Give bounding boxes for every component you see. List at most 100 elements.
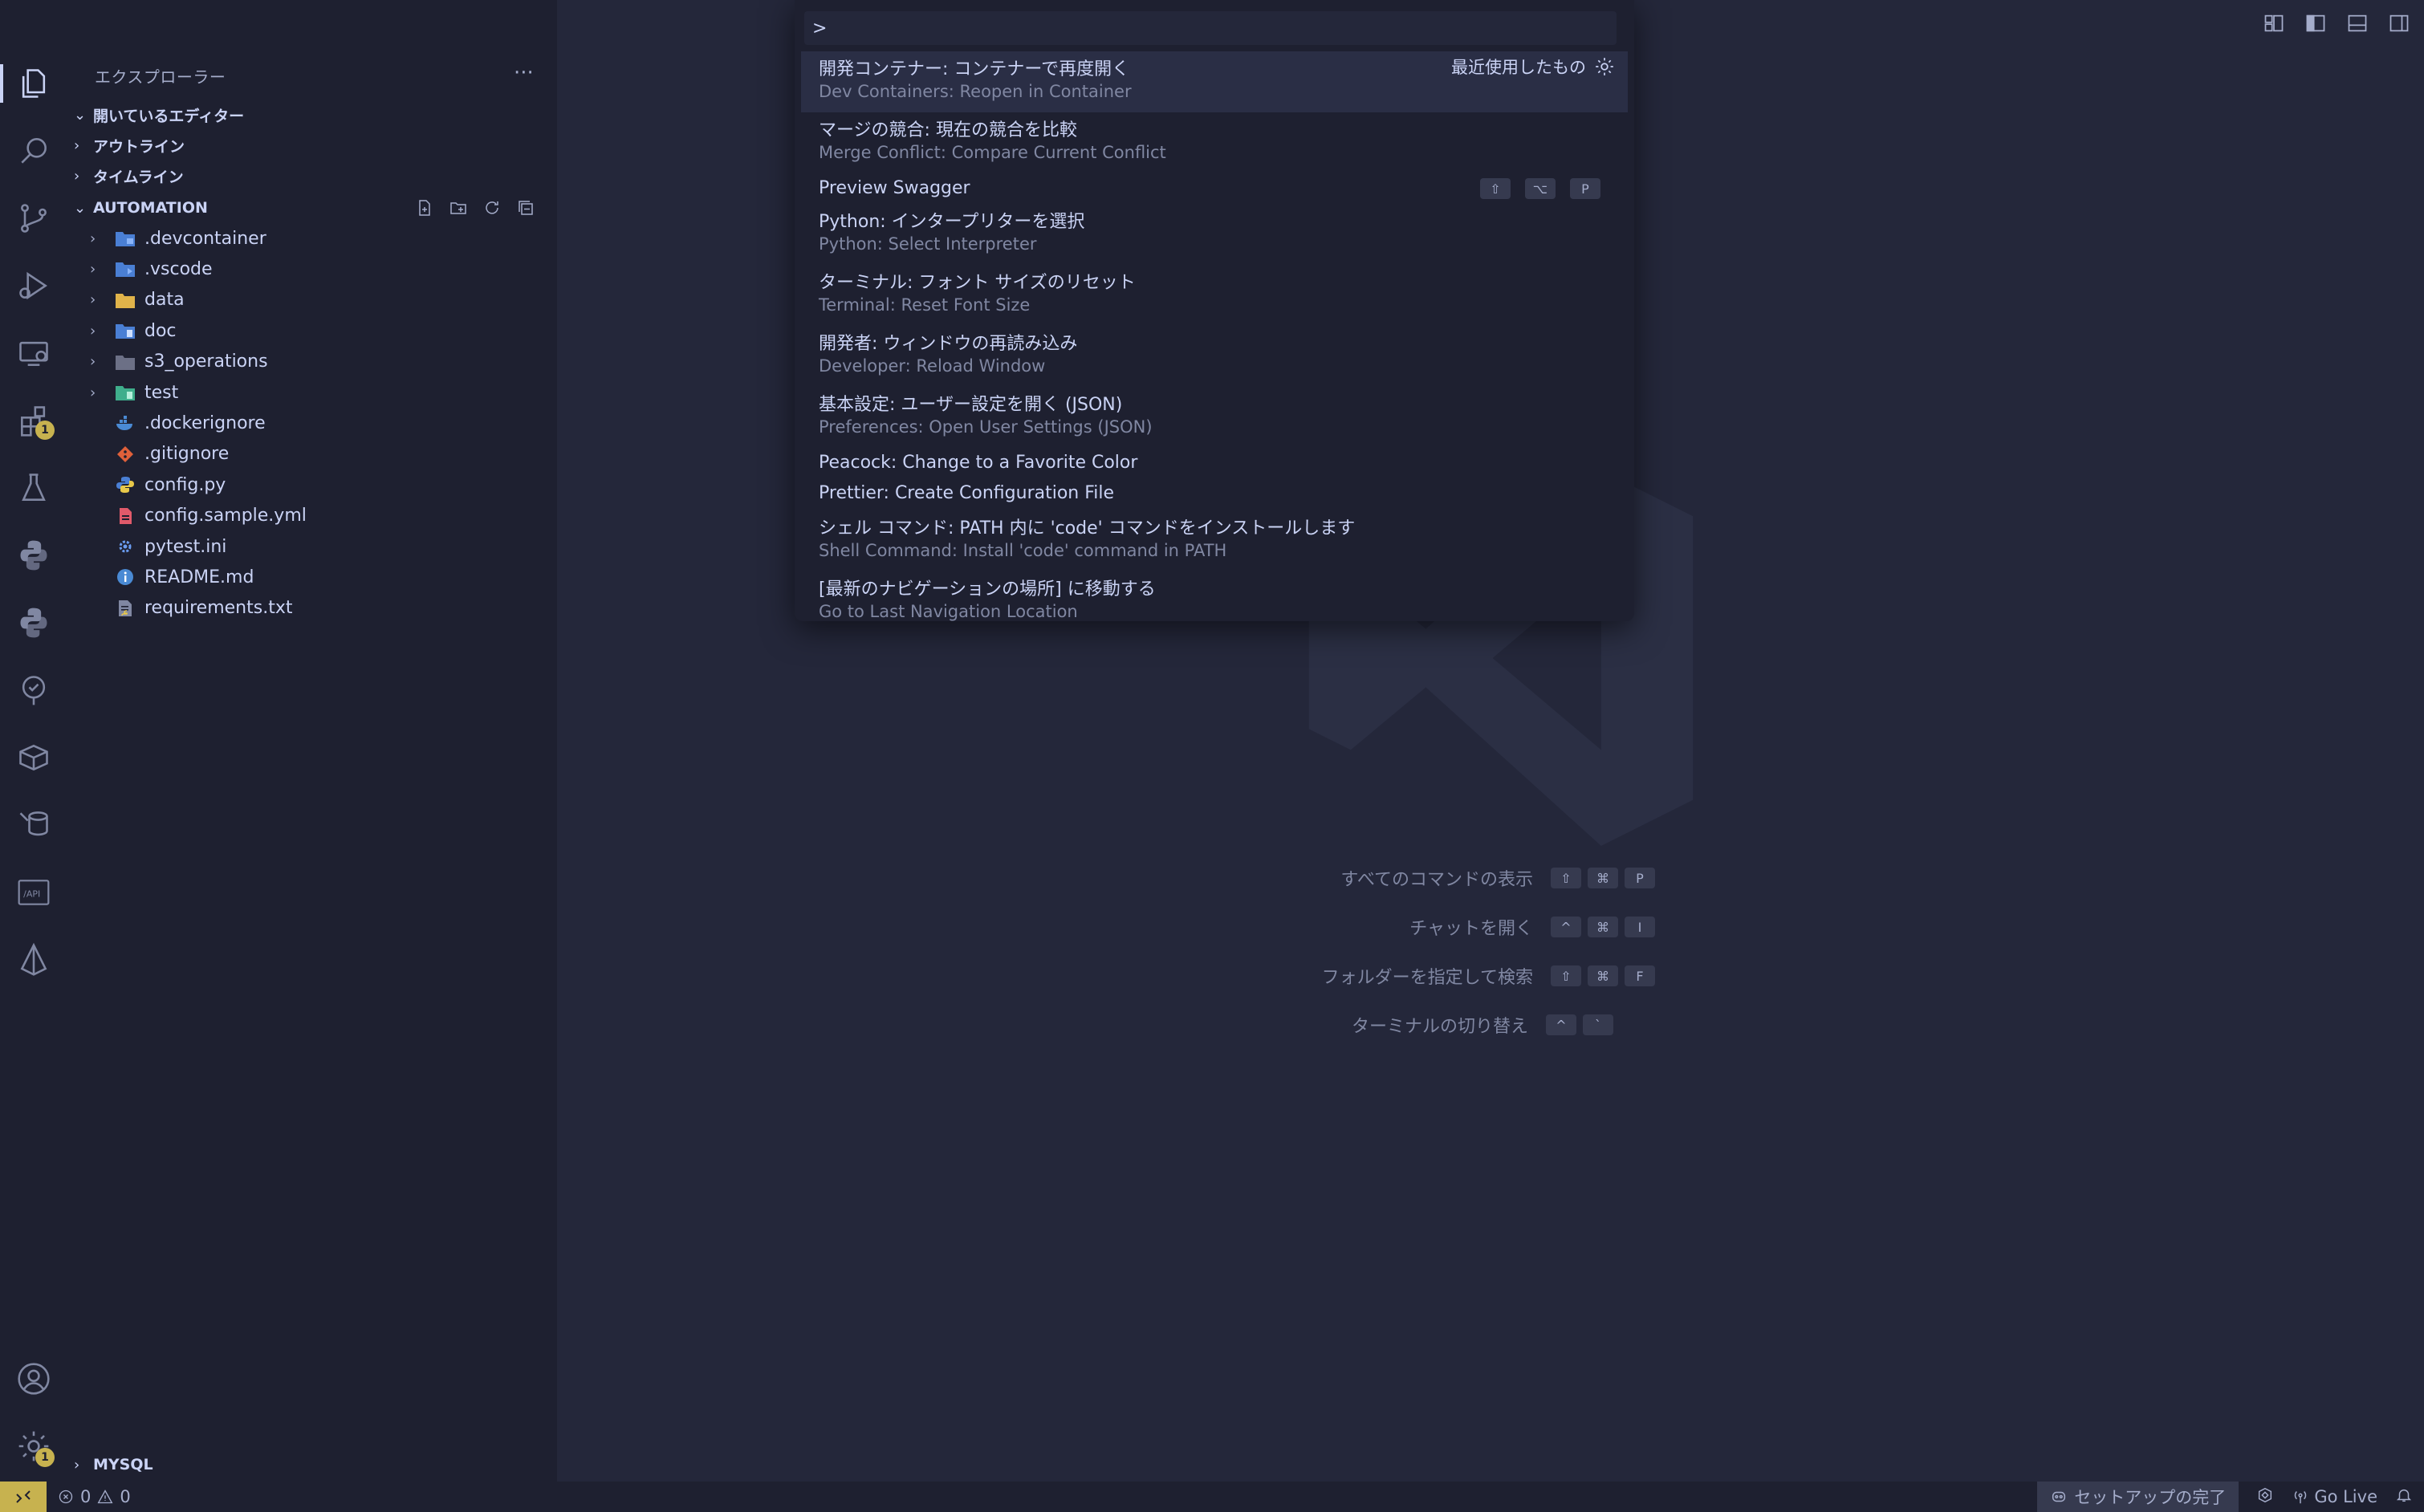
command-label: Python: インタープリターを選択: [819, 212, 1085, 232]
notifications-bell-icon[interactable]: [2395, 1486, 2413, 1508]
explorer-icon[interactable]: [14, 64, 53, 103]
command-input-box: [804, 11, 1617, 45]
section-timeline[interactable]: › タイムライン: [67, 161, 557, 191]
command-item[interactable]: マージの競合: 現在の競合を比較 Merge Conflict: Compare …: [801, 112, 1628, 175]
tree-file[interactable]: config.sample.yml: [67, 501, 557, 531]
warning-icon: [97, 1490, 113, 1504]
section-mysql[interactable]: › MYSQL: [67, 1449, 557, 1480]
source-control-icon[interactable]: [14, 199, 53, 238]
remote-explorer-icon[interactable]: [14, 334, 53, 372]
section-open-editors[interactable]: ⌄ 開いているエディター: [67, 100, 557, 130]
command-item[interactable]: 開発者: ウィンドウの再読み込み Developer: Reload Window: [801, 326, 1628, 387]
command-label: 基本設定: ユーザー設定を開く (JSON): [819, 395, 1123, 415]
tree-item-label: .devcontainer: [144, 228, 266, 249]
command-item[interactable]: Prettier: Create Configuration File: [801, 480, 1628, 510]
command-item[interactable]: Python: インタープリターを選択 Python: Select Interp…: [801, 204, 1628, 265]
more-actions-icon[interactable]: ···: [514, 61, 534, 85]
section-label: AUTOMATION: [93, 199, 208, 217]
tree-file[interactable]: .dockerignore: [67, 408, 557, 438]
key-cap: ^: [1551, 917, 1581, 937]
toggle-secondary-sidebar-icon[interactable]: [2385, 10, 2413, 37]
python-environments-icon[interactable]: [14, 604, 53, 642]
section-label: タイムライン: [93, 168, 184, 186]
tree-folder[interactable]: › data: [67, 285, 557, 315]
section-label: 開いているエディター: [93, 107, 245, 125]
tree-item-label: README.md: [144, 567, 254, 587]
tree-file[interactable]: requirements.txt: [67, 593, 557, 624]
python-icon[interactable]: [14, 536, 53, 575]
refresh-icon[interactable]: [482, 197, 502, 218]
docker-icon[interactable]: [14, 738, 53, 777]
setup-label: セットアップの完了: [2074, 1488, 2227, 1507]
tree-item-label: doc: [144, 320, 177, 341]
new-file-icon[interactable]: [414, 197, 435, 218]
tree-folder[interactable]: › .vscode: [67, 254, 557, 284]
section-automation[interactable]: ⌄ AUTOMATION: [67, 193, 557, 223]
remote-indicator[interactable]: [0, 1482, 47, 1512]
command-item[interactable]: 基本設定: ユーザー設定を開く (JSON) Preferences: Open …: [801, 387, 1628, 449]
new-folder-icon[interactable]: [448, 197, 469, 218]
toggle-panel-icon[interactable]: [2344, 10, 2371, 37]
configure-keybinding-gear-icon[interactable]: [1594, 56, 1615, 77]
tree-file[interactable]: pytest.ini: [67, 531, 557, 562]
hint-label: すべてのコマンドの表示: [1340, 870, 1533, 890]
info-icon: [114, 567, 136, 587]
extension-status-icon[interactable]: [2256, 1486, 2274, 1508]
status-bar: 0 0 セットアップの完了 Go Live: [0, 1482, 2424, 1512]
tree-folder[interactable]: › .devcontainer: [67, 223, 557, 254]
prisma-icon[interactable]: [14, 941, 53, 979]
chevron-right-icon: ›: [90, 322, 96, 339]
section-outline[interactable]: › アウトライン: [67, 130, 557, 161]
hint-label: フォルダーを指定して検索: [1321, 968, 1533, 988]
recently-used-label: 最近使用したもの: [1451, 58, 1586, 77]
broadcast-icon: [2295, 1491, 2307, 1504]
command-item[interactable]: Preview Swagger ⇧ ⌥ P: [801, 175, 1628, 204]
command-label: Prettier: Create Configuration File: [819, 483, 1115, 503]
gitlens-icon[interactable]: [14, 671, 53, 709]
go-live-button[interactable]: Go Live: [2292, 1487, 2377, 1506]
tree-folder[interactable]: › s3_operations: [67, 347, 557, 377]
command-sublabel: Python: Select Interpreter: [819, 234, 1037, 254]
data-folder-icon: [114, 291, 136, 310]
command-label: Peacock: Change to a Favorite Color: [819, 453, 1138, 473]
command-item[interactable]: [最新のナビゲーションの場所] に移動する Go to Last Navigati…: [801, 571, 1628, 621]
key-cap: ⇧: [1551, 868, 1581, 888]
tree-item-label: data: [144, 290, 185, 311]
command-item[interactable]: Peacock: Change to a Favorite Color: [801, 449, 1628, 480]
tree-file[interactable]: README.md: [67, 562, 557, 592]
tree-item-label: config.py: [144, 474, 226, 495]
command-label: ターミナル: フォント サイズのリセット: [819, 273, 1136, 293]
command-item[interactable]: シェル コマンド: PATH 内に 'code' コマンドをインストールします S…: [801, 510, 1628, 571]
run-debug-icon[interactable]: [14, 266, 53, 305]
command-sublabel: Go to Last Navigation Location: [819, 602, 1078, 621]
error-count: 0: [80, 1487, 92, 1506]
tree-item-label: .vscode: [144, 258, 213, 279]
tree-file[interactable]: config.py: [67, 469, 557, 500]
testing-icon[interactable]: [14, 469, 53, 507]
chevron-down-icon: ⌄: [74, 199, 87, 217]
account-icon[interactable]: [14, 1360, 53, 1398]
command-item[interactable]: 開発コンテナー: コンテナーで再度開く Dev Containers: Reope…: [801, 51, 1628, 112]
go-live-label: Go Live: [2314, 1487, 2377, 1506]
toggle-primary-sidebar-icon[interactable]: [2302, 10, 2329, 37]
customize-layout-icon[interactable]: [2260, 10, 2288, 37]
problems-indicator[interactable]: 0 0: [58, 1487, 131, 1506]
command-input[interactable]: [804, 17, 1600, 39]
command-sublabel: Merge Conflict: Compare Current Conflict: [819, 143, 1166, 162]
tree-folder[interactable]: › test: [67, 377, 557, 408]
key-cap: ⌘: [1588, 965, 1618, 986]
key-cap: P: [1625, 868, 1655, 888]
setup-complete-button[interactable]: セットアップの完了: [2037, 1482, 2239, 1512]
tree-file[interactable]: .gitignore: [67, 439, 557, 469]
chevron-right-icon: ›: [90, 291, 96, 309]
database-icon[interactable]: [14, 806, 53, 844]
search-icon[interactable]: [14, 132, 53, 170]
command-item[interactable]: ターミナル: フォント サイズのリセット Terminal: Reset Font…: [801, 265, 1628, 326]
collapse-all-icon[interactable]: [515, 197, 536, 218]
api-icon[interactable]: /API: [14, 873, 53, 912]
sidebar-title: エクスプローラー: [95, 67, 226, 87]
remote-icon: [16, 1490, 31, 1503]
command-list: 開発コンテナー: コンテナーで再度開く Dev Containers: Reope…: [795, 51, 1634, 621]
command-sublabel: Dev Containers: Reopen in Container: [819, 82, 1132, 101]
tree-folder[interactable]: › doc: [67, 315, 557, 346]
